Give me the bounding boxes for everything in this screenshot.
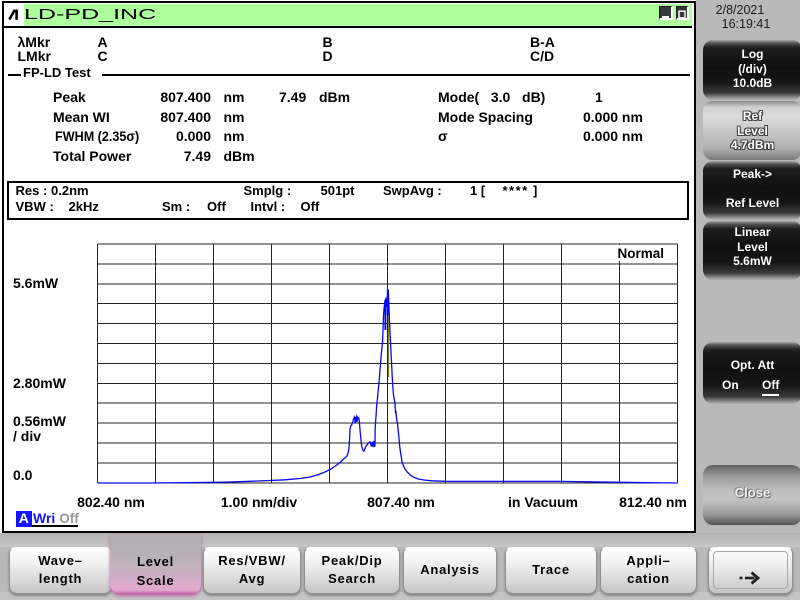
- svg-text:Normal: Normal: [618, 246, 665, 261]
